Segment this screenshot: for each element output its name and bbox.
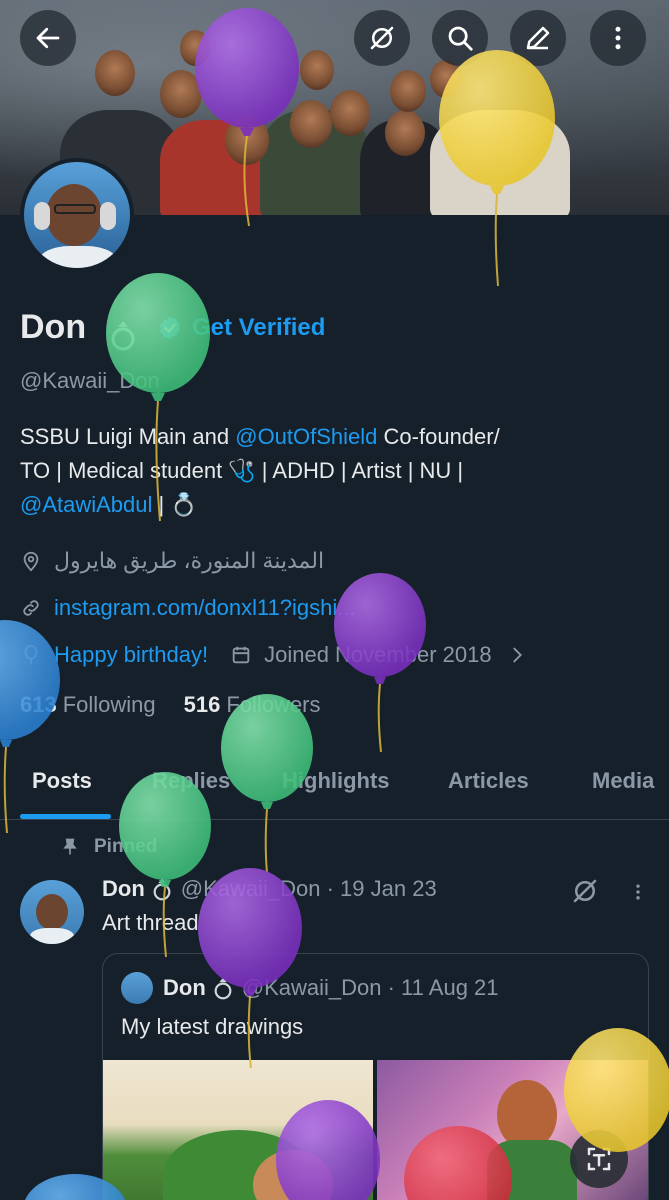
grok-button[interactable] (354, 10, 410, 66)
balloon-icon (24, 644, 38, 665)
quoted-handle-date: @Kawaii_Don · 11 Aug 21 (241, 975, 499, 1000)
birthday-joined-row: Happy birthday! Joined November 2018 (20, 642, 540, 668)
quoted-avatar (121, 972, 153, 1004)
arrow-left-icon (36, 27, 60, 49)
following-count: 613 (20, 692, 57, 717)
search-button[interactable] (432, 10, 488, 66)
tab-posts[interactable]: Posts (32, 768, 92, 794)
profile-avatar[interactable] (20, 158, 134, 272)
drawing-image-1[interactable] (103, 1060, 373, 1200)
get-verified-link[interactable]: Get Verified (156, 314, 325, 342)
link-icon (23, 600, 39, 616)
quoted-post[interactable]: Don @Kawaii_Don · 11 Aug 21 My latest dr… (102, 953, 649, 1200)
calendar-icon (232, 646, 250, 664)
grok-icon (370, 26, 394, 50)
tab-articles[interactable]: Articles (448, 768, 529, 794)
location-text: المدينة المنورة، طريق هايرول (54, 548, 325, 573)
grok-icon[interactable] (570, 876, 600, 906)
post-author-name[interactable]: Don (102, 876, 145, 902)
following-link[interactable]: 613 Following (20, 692, 156, 718)
tab-media[interactable]: Media (592, 768, 654, 794)
tab-highlights[interactable]: Highlights (282, 768, 390, 794)
post-text: Art thread (102, 910, 199, 935)
profile-name: Don (20, 308, 87, 346)
followers-count: 516 (183, 692, 221, 717)
followers-link[interactable]: 516 Followers (184, 692, 321, 718)
bio-text: Co-founder/ (377, 424, 500, 449)
profile-handle: @Kawaii_Don (20, 368, 160, 393)
ring-icon (214, 977, 232, 1000)
location-pin-icon (23, 551, 39, 572)
quoted-post-header: Don @Kawaii_Don · 11 Aug 21 (121, 972, 499, 1004)
post-handle-date: @Kawaii_Don · 19 Jan 23 (180, 876, 437, 901)
birthday-text[interactable]: Happy birthday! (54, 642, 208, 668)
joined-text: Joined November 2018 (264, 642, 492, 667)
get-verified-label[interactable]: Get Verified (192, 314, 325, 342)
website-link[interactable]: instagram.com/donxl11?igshi... (54, 595, 356, 621)
back-button[interactable] (20, 10, 76, 66)
pencil-icon (526, 26, 550, 50)
pinned-text: Pinned (94, 836, 158, 857)
active-tab-indicator (20, 814, 111, 819)
post-avatar[interactable] (20, 880, 84, 944)
following-label: Following (62, 692, 156, 717)
quoted-text: My latest drawings (121, 1014, 304, 1039)
tab-replies[interactable]: Replies (152, 768, 230, 794)
search-icon (448, 26, 473, 51)
profile-tabs: Posts Replies Highlights Articles Media (0, 752, 669, 820)
website-row[interactable]: instagram.com/donxl11?igshi... (20, 595, 356, 621)
mention-link[interactable]: @OutOfShield (235, 424, 377, 449)
pin-icon (63, 838, 77, 855)
location-row: المدينة المنورة، طريق هايرول (20, 548, 324, 574)
quoted-author-name: Don (163, 975, 206, 1000)
followers-label: Followers (226, 692, 321, 717)
translate-icon (587, 1147, 611, 1171)
post-more-icon[interactable] (628, 880, 648, 904)
ring-icon (153, 878, 171, 901)
edit-button[interactable] (510, 10, 566, 66)
translate-button[interactable] (570, 1130, 628, 1188)
bio-text: | 💍 (152, 492, 198, 517)
post-header: Don @Kawaii_Don · 19 Jan 23 (102, 876, 437, 902)
more-button[interactable] (590, 10, 646, 66)
bio-text: TO | Medical student 🩺 | ADHD | Artist |… (20, 458, 464, 483)
chevron-right-icon[interactable] (506, 644, 528, 666)
ring-icon (111, 321, 135, 351)
verified-badge-icon (159, 316, 181, 340)
more-vertical-icon (615, 26, 621, 50)
follow-stats: 613 Following 516 Followers (20, 692, 321, 718)
bio-text: SSBU Luigi Main and (20, 424, 236, 449)
profile-bio: SSBU Luigi Main and @OutOfShield Co-foun… (20, 420, 640, 522)
mention-link[interactable]: @AtawiAbdul (20, 492, 152, 517)
pinned-label: Pinned (60, 836, 157, 858)
